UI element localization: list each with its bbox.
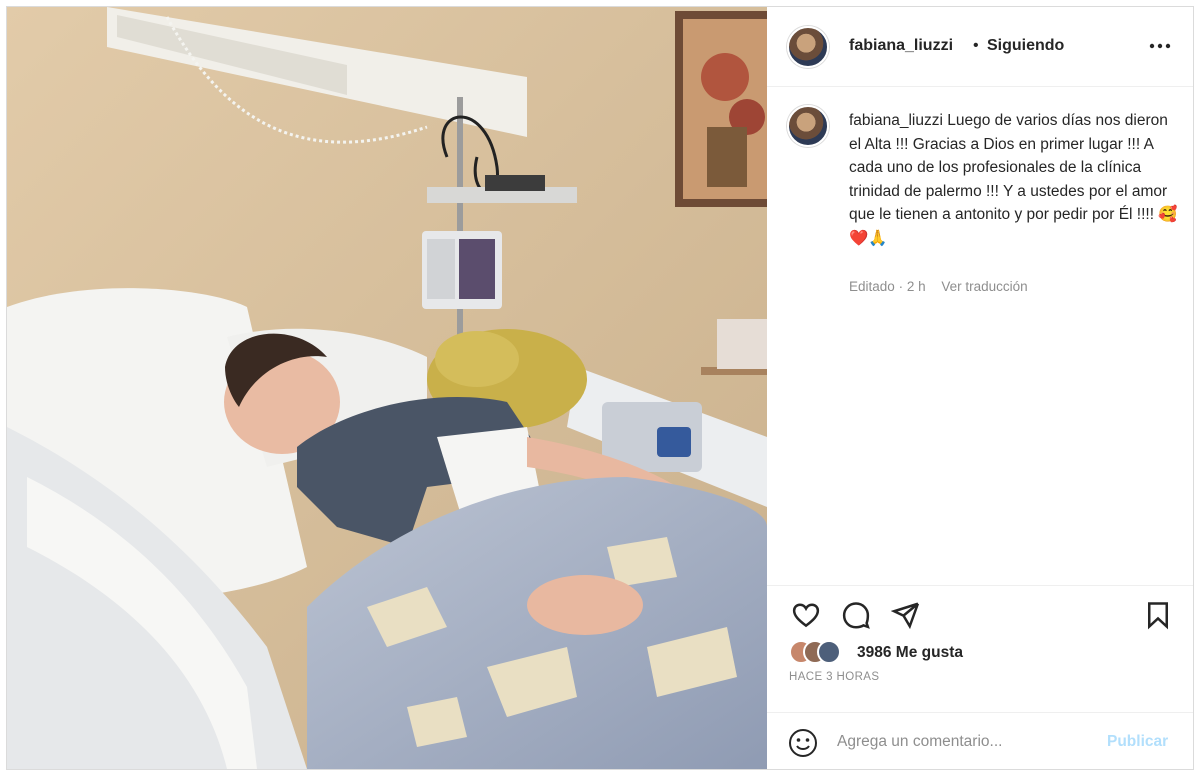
publish-button[interactable]: Publicar	[1107, 733, 1168, 751]
user-avatar[interactable]	[787, 26, 829, 68]
likes-number: 3986	[857, 644, 892, 661]
post-sidebar: fabiana_liuzzi • Siguiendo fabiana_liuzz…	[767, 7, 1193, 769]
meta-separator: ·	[898, 279, 907, 294]
caption-avatar[interactable]	[787, 105, 829, 147]
heart-icon[interactable]	[791, 600, 825, 634]
comment-bar: Publicar	[767, 712, 1193, 770]
edited-label: Editado	[849, 279, 895, 294]
comment-icon[interactable]	[841, 600, 875, 634]
header-username[interactable]: fabiana_liuzzi	[849, 37, 953, 55]
caption-username[interactable]: fabiana_liuzzi	[849, 112, 943, 129]
likes-label: Me gusta	[895, 644, 963, 661]
separator-dot: •	[973, 37, 979, 54]
follow-status-button[interactable]: Siguiendo	[987, 37, 1064, 55]
caption-age: 2 h	[906, 279, 926, 294]
smiley-icon[interactable]	[787, 727, 819, 759]
caption-section: fabiana_liuzzi Luego de varios días nos …	[767, 87, 1193, 585]
liker-avatar[interactable]	[817, 640, 841, 664]
post-photo[interactable]	[7, 7, 767, 769]
hospital-photo	[7, 7, 767, 769]
instagram-post: fabiana_liuzzi • Siguiendo fabiana_liuzz…	[6, 6, 1194, 770]
likes-count[interactable]: 3986 Me gusta	[857, 644, 963, 662]
actions-section: 3986 Me gusta HACE 3 HORAS Publicar	[767, 585, 1193, 769]
see-translation-link[interactable]: Ver traducción	[941, 279, 1027, 294]
caption-meta: Editado · 2 h Ver traducción	[849, 279, 1028, 294]
paper-plane-icon[interactable]	[890, 600, 925, 634]
caption-text: Luego de varios días nos dieron el Alta …	[849, 112, 1178, 247]
caption: fabiana_liuzzi Luego de varios días nos …	[849, 109, 1179, 250]
comment-input[interactable]	[837, 725, 1097, 759]
post-header: fabiana_liuzzi • Siguiendo	[767, 7, 1193, 87]
more-options-icon[interactable]	[1145, 31, 1175, 61]
bookmark-icon[interactable]	[1143, 600, 1177, 634]
post-timestamp[interactable]: HACE 3 HORAS	[789, 671, 879, 683]
